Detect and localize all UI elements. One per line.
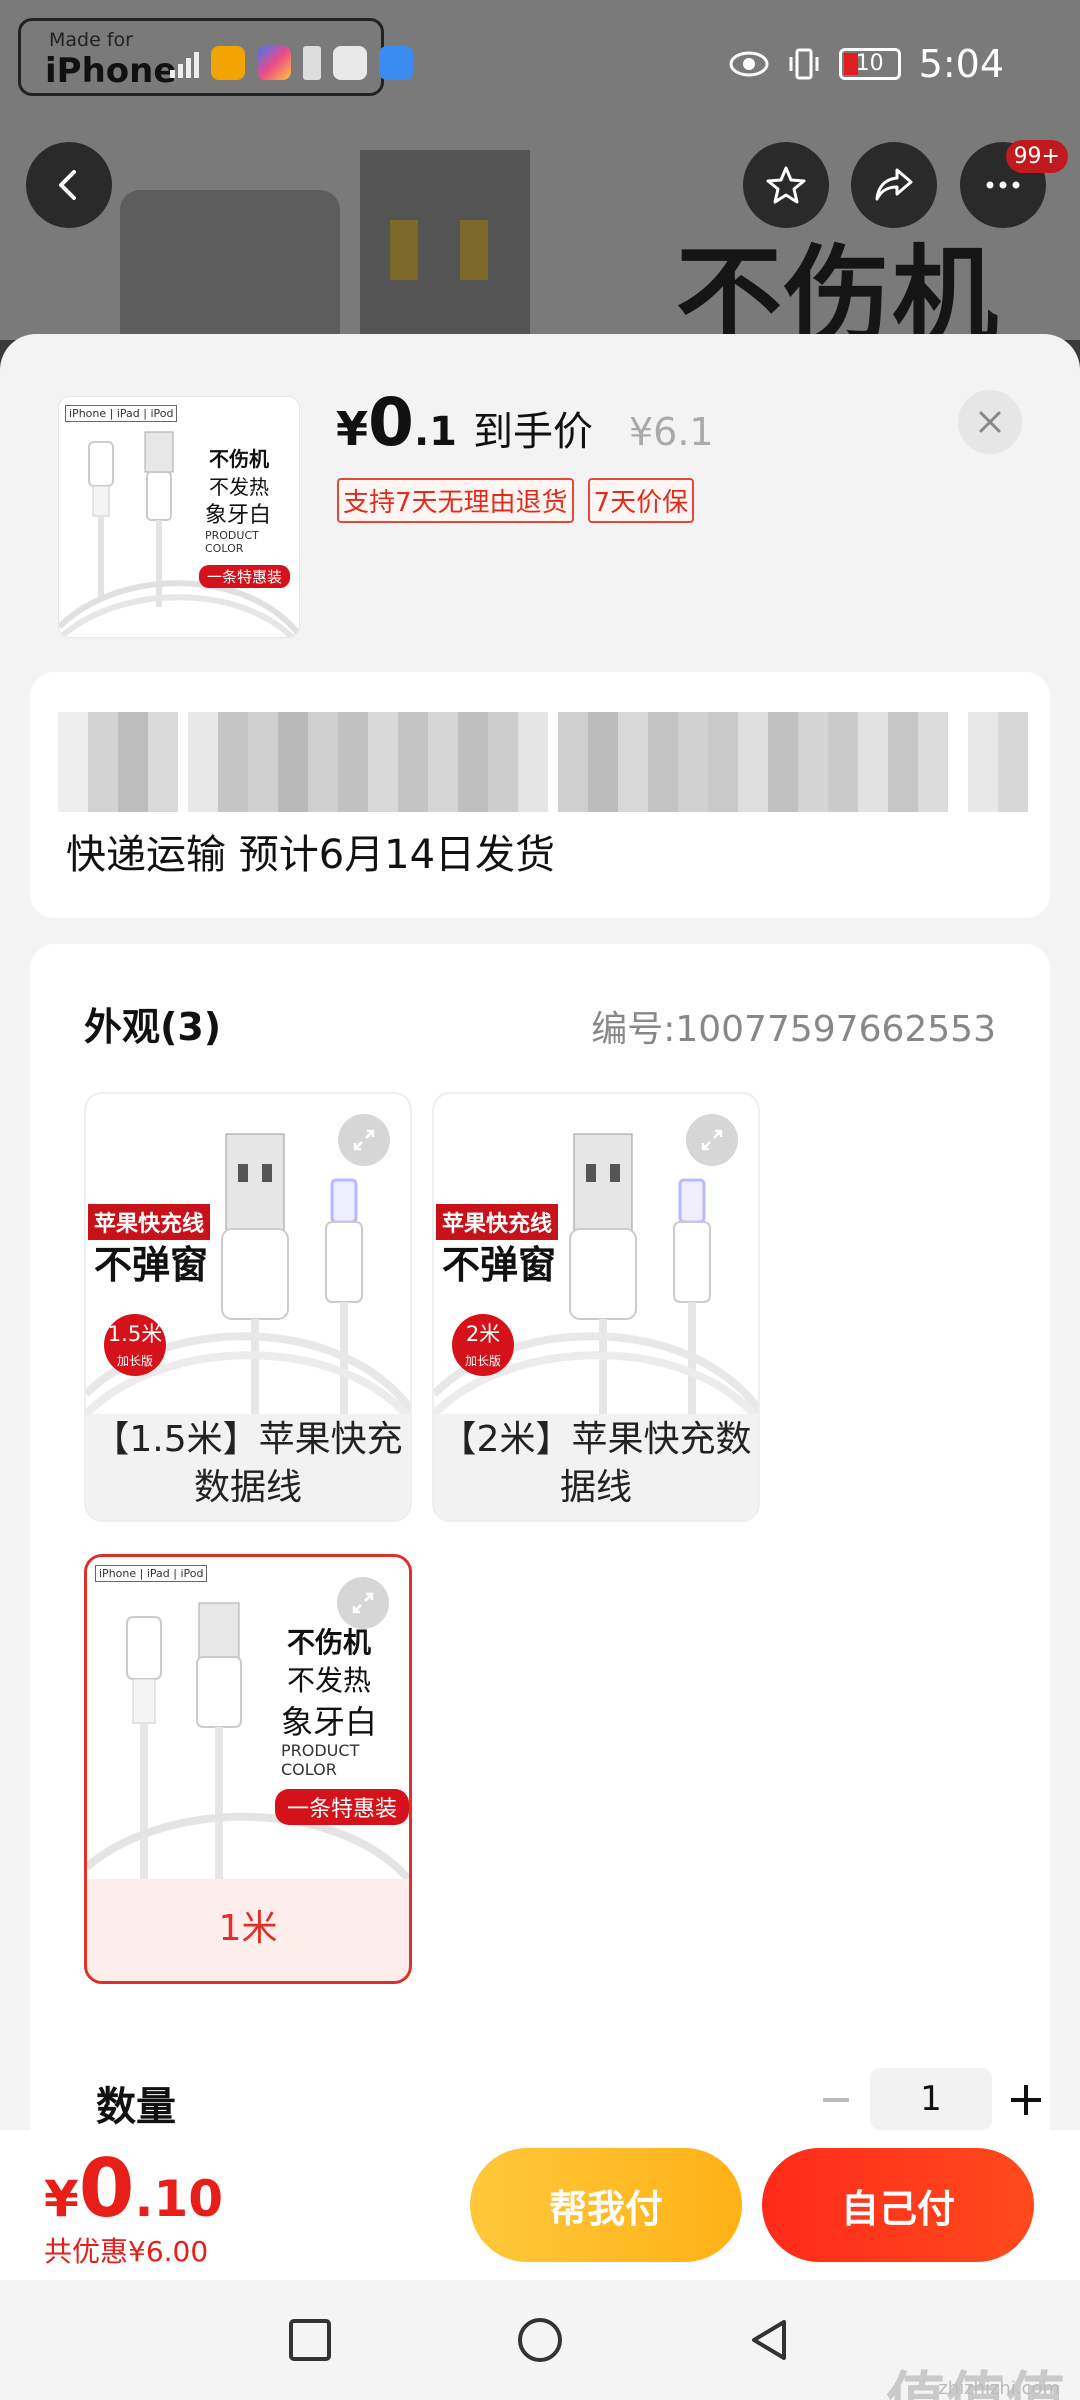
price-row: ¥ 0 .1 到手价 ¥6.1 — [336, 384, 714, 461]
app-icon — [257, 46, 291, 80]
message-count-badge: 99+ — [1005, 140, 1068, 173]
total-price: ¥ 0 .10 — [44, 2142, 224, 2235]
signal-icon — [170, 48, 199, 78]
quantity-label: 数量 — [96, 2084, 176, 2130]
option-image: iPhone | iPad | iPod 不伤机 不发热 象牙白 PRODUCT… — [87, 1557, 409, 1879]
thumb-line3: 象牙白 — [205, 503, 272, 528]
checkout-bar: ¥ 0 .10 共优惠¥6.00 帮我付 自己付 — [0, 2130, 1080, 2280]
quantity-row: 数量 1 — [66, 2060, 1041, 2134]
increase-button[interactable] — [996, 2070, 1056, 2130]
help-me-pay-button[interactable]: 帮我付 — [470, 2148, 742, 2262]
share-button[interactable] — [851, 142, 937, 228]
message-icon — [333, 46, 367, 80]
decrease-button[interactable] — [806, 2070, 866, 2130]
system-back-button[interactable] — [740, 2310, 800, 2370]
spec-option-1[interactable]: 苹果快充线 不弹窗 1.5米 加长版 【1.5米】苹果快充数据线 — [84, 1092, 412, 1522]
price-decimal: .1 — [413, 409, 457, 455]
notification-icons — [150, 46, 413, 80]
expand-icon — [352, 1592, 374, 1614]
battery-icon: 10 — [838, 48, 901, 80]
status-bar: Made for iPhone 10 5:04 — [0, 0, 1080, 130]
spec-card: 外观(3) 编号:10077597662553 苹果快充线 不弹窗 1.5米 加长… — [30, 944, 1050, 2134]
option-line4: PRODUCT COLOR — [281, 1741, 360, 1779]
spec-title: 外观(3) — [84, 1005, 222, 1049]
star-icon — [766, 166, 806, 204]
square-nav-icon — [289, 2319, 331, 2361]
expand-icon — [701, 1129, 723, 1151]
minus-icon — [823, 2098, 849, 2102]
share-icon — [875, 168, 913, 201]
favorite-button[interactable] — [743, 142, 829, 228]
pay-myself-button[interactable]: 自己付 — [762, 2148, 1034, 2262]
price-label: 到手价 — [472, 409, 593, 455]
shipping-card[interactable]: 快递运输 预计6月14日发货 — [30, 672, 1050, 918]
thumb-line4: PRODUCT COLOR — [205, 529, 259, 555]
service-tags: 支持7天无理由退货 7天价保 — [337, 478, 695, 523]
option-line2: 不发热 — [287, 1664, 372, 1697]
eye-comfort-icon — [729, 51, 769, 77]
usb-plug-image — [360, 150, 530, 340]
plus-icon — [1011, 2085, 1041, 2115]
close-button[interactable] — [958, 390, 1022, 454]
quantity-input[interactable]: 1 — [870, 2068, 992, 2130]
mfi-small-text: Made for — [49, 29, 133, 51]
circle-nav-icon — [518, 2318, 562, 2362]
option-image: 苹果快充线 不弹窗 2米 加长版 — [434, 1094, 758, 1414]
spec-option-2[interactable]: 苹果快充线 不弹窗 2米 加长版 【2米】苹果快充数据线 — [432, 1092, 760, 1522]
blurred-address — [48, 712, 1038, 812]
spec-option-3-selected[interactable]: iPhone | iPad | iPod 不伤机 不发热 象牙白 PRODUCT… — [84, 1554, 412, 1984]
product-code: 编号:10077597662553 — [591, 1009, 996, 1050]
price-integer: 0 — [368, 384, 414, 461]
recents-button[interactable] — [280, 2310, 340, 2370]
length-badge: 1.5米 加长版 — [104, 1314, 166, 1376]
price-symbol: ¥ — [336, 402, 369, 456]
back-icon — [59, 170, 76, 200]
cloud-icon — [379, 46, 413, 80]
total-discount: 共优惠¥6.00 — [44, 2235, 209, 2268]
cable-head-image — [120, 190, 340, 340]
close-icon — [979, 411, 1001, 433]
expand-button[interactable] — [686, 1114, 738, 1166]
product-thumbnail[interactable]: iPhone | iPad | iPod 不伤机 不发热 象牙白 PRODUCT… — [58, 396, 300, 638]
price-protection-tag: 7天价保 — [587, 478, 695, 523]
option-label: 【2米】苹果快充数据线 — [440, 1419, 752, 1508]
back-button[interactable] — [26, 142, 112, 228]
option-promo: 一条特惠装 — [275, 1789, 409, 1825]
system-status: 10 5:04 — [729, 42, 1004, 86]
thumb-line1: 不伤机 — [209, 447, 269, 471]
thumb-promo: 一条特惠装 — [199, 565, 291, 588]
phone-icon — [303, 46, 321, 80]
sku-selector-sheet: iPhone | iPad | iPod 不伤机 不发热 象牙白 PRODUCT… — [0, 334, 1080, 2134]
clock: 5:04 — [918, 42, 1004, 86]
shipping-estimate: 快递运输 预计6月14日发货 — [66, 832, 556, 878]
weibo-icon — [211, 46, 245, 80]
triangle-nav-icon — [752, 2320, 786, 2360]
vibrate-icon — [789, 48, 819, 80]
original-price: ¥6.1 — [628, 410, 714, 454]
length-badge: 2米 加长版 — [452, 1314, 514, 1376]
expand-button[interactable] — [337, 1577, 389, 1629]
expand-button[interactable] — [338, 1114, 390, 1166]
promo-black-label: 不弹窗 — [442, 1243, 557, 1287]
home-button[interactable] — [510, 2310, 570, 2370]
banner-text: 不伤机 — [676, 235, 1000, 340]
option-label: 1米 — [218, 1908, 278, 1949]
option-label: 【1.5米】苹果快充数据线 — [93, 1419, 403, 1508]
option-line3: 象牙白 — [281, 1703, 378, 1741]
return-policy-tag: 支持7天无理由退货 — [337, 478, 574, 523]
expand-icon — [353, 1129, 375, 1151]
thumb-line2: 不发热 — [209, 475, 269, 499]
watermark-url: zhizhizhi.com — [938, 2378, 1060, 2399]
promo-black-label: 不弹窗 — [94, 1243, 209, 1287]
option-image: 苹果快充线 不弹窗 1.5米 加长版 — [86, 1094, 410, 1414]
